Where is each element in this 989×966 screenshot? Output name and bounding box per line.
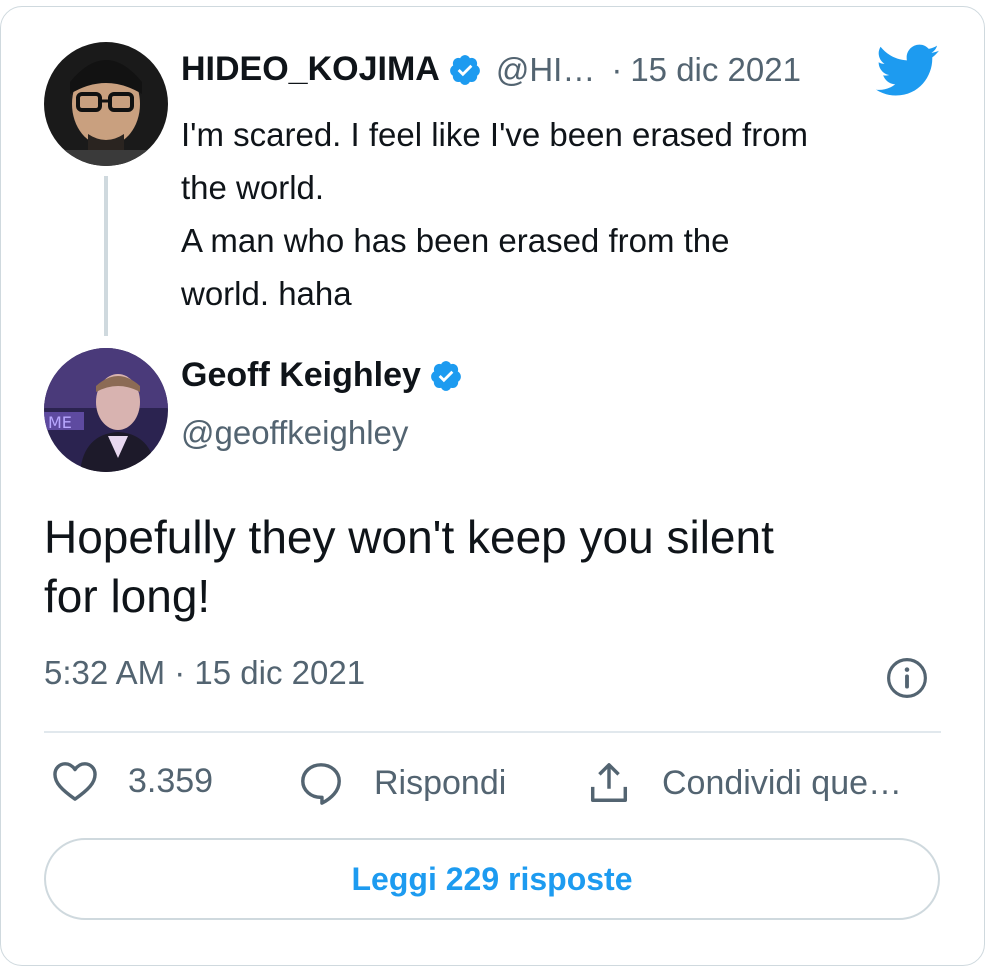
reply-tweet-text: Hopefully they won't keep you silent for… [44, 508, 944, 626]
reply-tweet-header: Geoff Keighley [181, 356, 463, 395]
text-line: A man who has been erased from the [181, 222, 730, 259]
text-line: for long! [44, 570, 211, 622]
author-name[interactable]: Geoff Keighley [181, 356, 421, 395]
reply-label: Rispondi [374, 763, 507, 802]
avatar-hideo-kojima[interactable] [44, 42, 168, 166]
like-count: 3.359 [128, 761, 214, 800]
verified-badge-icon [449, 54, 480, 85]
heart-icon [53, 762, 97, 801]
quoted-tweet-text: I'm scared. I feel like I've been erased… [181, 108, 941, 320]
speech-bubble-icon [301, 763, 341, 805]
info-icon[interactable] [886, 657, 928, 699]
twitter-bird-icon[interactable] [876, 44, 940, 98]
svg-text:ME: ME [48, 413, 72, 432]
share-upload-icon [590, 763, 628, 802]
text-line: I'm scared. I feel like I've been erased… [181, 116, 809, 153]
reply-button[interactable]: Rispondi [298, 760, 506, 806]
tweet-date[interactable]: 15 dic 2021 [630, 51, 801, 89]
text-line: world. haha [181, 275, 352, 312]
like-button[interactable]: 3.359 [52, 760, 213, 802]
text-line: Hopefully they won't keep you silent [44, 511, 774, 563]
verified-badge-icon [431, 360, 461, 391]
separator-dot: · [611, 50, 623, 88]
author-handle[interactable]: @geoffkeighley [181, 414, 408, 452]
divider [44, 731, 941, 733]
author-handle[interactable]: @HI… [496, 51, 596, 89]
text-line: the world. [181, 169, 325, 206]
share-button[interactable]: Condividi que… [586, 760, 902, 806]
avatar-geoff-keighley[interactable]: ME [44, 348, 168, 472]
quoted-tweet-header: HIDEO_KOJIMA @HI… · 15 dic 2021 [181, 50, 801, 89]
tweet-timestamp[interactable]: 5:32 AM · 15 dic 2021 [44, 654, 365, 692]
share-label: Condividi que… [662, 763, 903, 802]
read-replies-button[interactable]: Leggi 229 risposte [44, 838, 940, 920]
author-name[interactable]: HIDEO_KOJIMA [181, 50, 440, 89]
thread-connector-line [104, 176, 108, 336]
